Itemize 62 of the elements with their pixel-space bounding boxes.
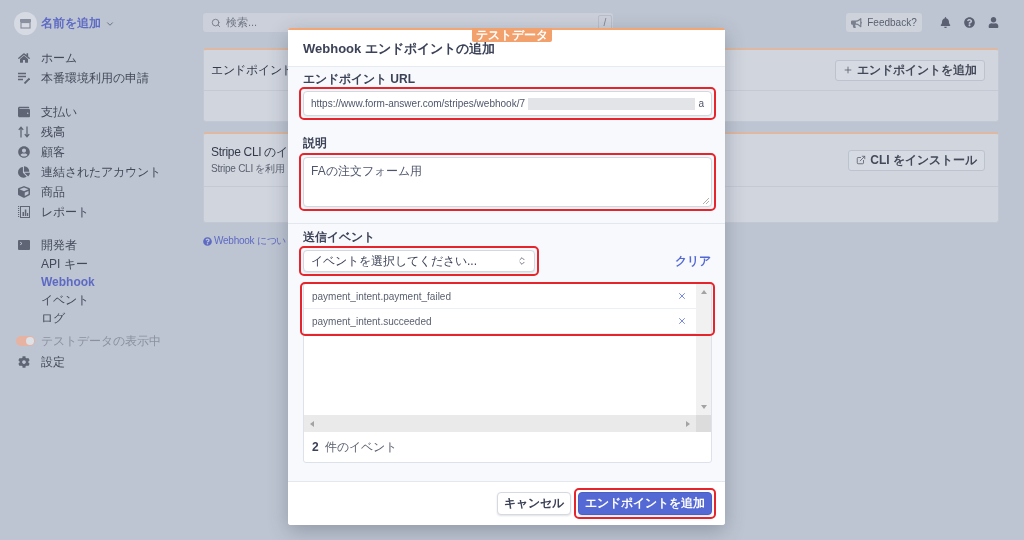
sidebar-subitem[interactable]: ログ (14, 309, 203, 327)
up-down-chevron-icon (517, 256, 527, 266)
external-link-icon (856, 155, 867, 165)
feedback-button[interactable]: Feedback? (846, 13, 922, 32)
event-name: payment_intent.payment_failed (312, 290, 451, 302)
field-label: 送信イベント (303, 230, 375, 245)
sidebar-item[interactable]: 顧客 (14, 142, 203, 162)
store-icon[interactable] (14, 12, 37, 35)
sidebar-item[interactable]: 開発者 (14, 235, 203, 255)
url-input[interactable]: https://www.form-answer.com/stripes/webhook/7 a (303, 91, 712, 116)
help-icon[interactable] (964, 17, 975, 28)
sidebar-item[interactable]: 残高 (14, 122, 203, 142)
card-button[interactable]: CLI をインストール (848, 149, 985, 171)
event-count: 2 件のイベント (312, 438, 398, 456)
test-data-badge: テストデータ (472, 28, 552, 42)
scrollbar-corner (696, 415, 711, 432)
cube-icon (18, 186, 30, 198)
sidebar-item[interactable]: ホーム (14, 48, 203, 68)
terminal-icon (18, 239, 30, 251)
card-button[interactable]: エンドポイントを追加 (835, 59, 985, 81)
home-icon (18, 52, 30, 64)
card-title: Stripe CLI のイ (211, 144, 288, 161)
wallet-icon (18, 106, 30, 118)
scroll-up-arrow-icon[interactable] (700, 289, 707, 295)
bar-chart-icon (18, 206, 30, 218)
scroll-left-arrow-icon[interactable] (309, 420, 315, 427)
event-select[interactable]: イベントを選択してください... (303, 250, 535, 272)
bell-icon[interactable] (940, 17, 951, 28)
field-label: 説明 (303, 136, 327, 151)
sidebar-item[interactable]: 連結されたアカウント (14, 162, 203, 182)
sidebar-subitem[interactable]: イベント (14, 291, 203, 309)
help-icon (203, 236, 212, 246)
event-name: payment_intent.succeeded (312, 315, 432, 327)
field-label: エンドポイント URL (303, 72, 415, 87)
up-down-arrows-icon (18, 126, 30, 138)
card-subtitle: Stripe CLI を利用 (211, 162, 286, 176)
submit-button[interactable]: エンドポイントを追加 (578, 492, 712, 515)
settings-icon (18, 356, 30, 368)
resize-handle-icon[interactable] (702, 197, 709, 204)
plus-icon (843, 65, 853, 75)
megaphone-icon (851, 17, 863, 28)
description-textarea[interactable]: FAの注文フォーム用 (303, 157, 712, 207)
pie-chart-icon (18, 166, 30, 178)
sidebar-item[interactable]: 設定 (14, 352, 203, 372)
modal-title: Webhook エンドポイントの追加 (303, 41, 495, 58)
test-mode-toggle[interactable] (16, 336, 35, 346)
clear-link[interactable]: クリア (675, 252, 711, 270)
search-icon (211, 17, 221, 28)
list-pen-icon (18, 72, 30, 84)
remove-icon[interactable] (677, 291, 687, 301)
cancel-button[interactable]: キャンセル (497, 492, 571, 515)
sidebar-subitem[interactable]: API キー (14, 255, 203, 273)
sidebar-item[interactable]: レポート (14, 202, 203, 222)
remove-icon[interactable] (677, 316, 687, 326)
account-name[interactable]: 名前を追加 (41, 15, 101, 32)
user-icon[interactable] (988, 17, 999, 28)
scroll-right-arrow-icon[interactable] (685, 420, 691, 427)
help-link[interactable]: Webhook につい (203, 234, 287, 248)
sidebar-item[interactable]: 商品 (14, 182, 203, 202)
sidebar-item[interactable]: 本番環境利用の申請 (14, 68, 203, 88)
sidebar-item[interactable]: 支払い (14, 102, 203, 122)
scroll-down-arrow-icon[interactable] (700, 404, 707, 410)
